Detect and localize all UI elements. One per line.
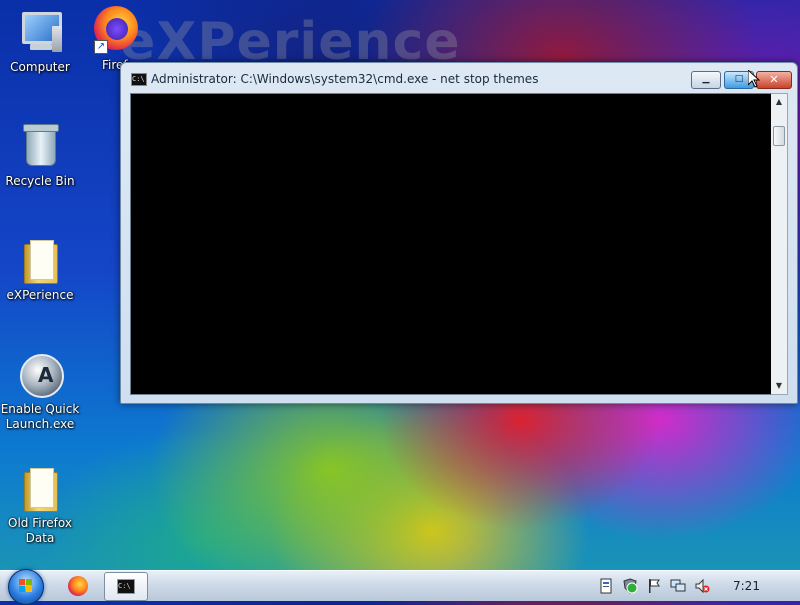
minimize-button[interactable]: ▁ xyxy=(691,71,721,89)
firefox-icon: ↗ xyxy=(94,6,142,54)
console-output[interactable] xyxy=(130,93,773,395)
scroll-thumb[interactable] xyxy=(773,126,785,146)
document-icon[interactable] xyxy=(598,578,614,594)
taskbar: C:\ 7:21 xyxy=(0,569,800,605)
flag-icon[interactable] xyxy=(646,578,662,594)
cmd-window[interactable]: C:\ Administrator: C:\Windows\system32\c… xyxy=(120,62,798,404)
desktop-icon-computer[interactable]: Computer xyxy=(0,8,80,75)
desktop-icon-label: Recycle Bin xyxy=(5,174,75,188)
window-titlebar[interactable]: C:\ Administrator: C:\Windows\system32\c… xyxy=(121,63,797,93)
shortcut-arrow-icon: ↗ xyxy=(94,40,108,54)
computer-icon xyxy=(16,8,64,56)
desktop-icon-label: Computer xyxy=(10,60,70,74)
folder-icon xyxy=(16,236,64,284)
cmd-icon: C:\ xyxy=(131,73,147,86)
desktop-icon-label: Enable Quick Launch.exe xyxy=(0,402,80,431)
vertical-scrollbar[interactable]: ▲ ▼ xyxy=(771,93,788,395)
network-icon[interactable] xyxy=(670,578,686,594)
folder-icon xyxy=(16,464,64,512)
taskbar-firefox-icon[interactable] xyxy=(68,576,88,596)
desktop-icon-enable-quick-launch[interactable]: A Enable Quick Launch.exe xyxy=(0,350,80,432)
security-shield-icon[interactable] xyxy=(622,578,638,594)
desktop-icon-old-firefox-data[interactable]: Old Firefox Data xyxy=(0,464,80,546)
mouse-cursor-icon xyxy=(748,70,760,88)
aero-app-icon: A xyxy=(16,350,64,398)
taskbar-cmd-button[interactable]: C:\ xyxy=(104,572,148,601)
recycle-bin-icon xyxy=(16,122,64,170)
cmd-icon: C:\ xyxy=(117,579,135,594)
desktop-icon-label: Old Firefox Data xyxy=(8,516,72,545)
volume-muted-icon[interactable] xyxy=(694,578,710,594)
windows-logo-icon xyxy=(19,579,33,593)
desktop-icon-experience-folder[interactable]: eXPerience xyxy=(0,236,80,303)
desktop-icon-recycle-bin[interactable]: Recycle Bin xyxy=(0,122,80,189)
window-title: Administrator: C:\Windows\system32\cmd.e… xyxy=(151,72,539,86)
scroll-down-arrow-icon[interactable]: ▼ xyxy=(771,378,787,394)
desktop-icon-label: eXPerience xyxy=(6,288,74,302)
scroll-up-arrow-icon[interactable]: ▲ xyxy=(771,94,787,110)
taskbar-clock[interactable]: 7:21 xyxy=(733,579,760,593)
close-button[interactable]: ✕ xyxy=(756,71,792,89)
